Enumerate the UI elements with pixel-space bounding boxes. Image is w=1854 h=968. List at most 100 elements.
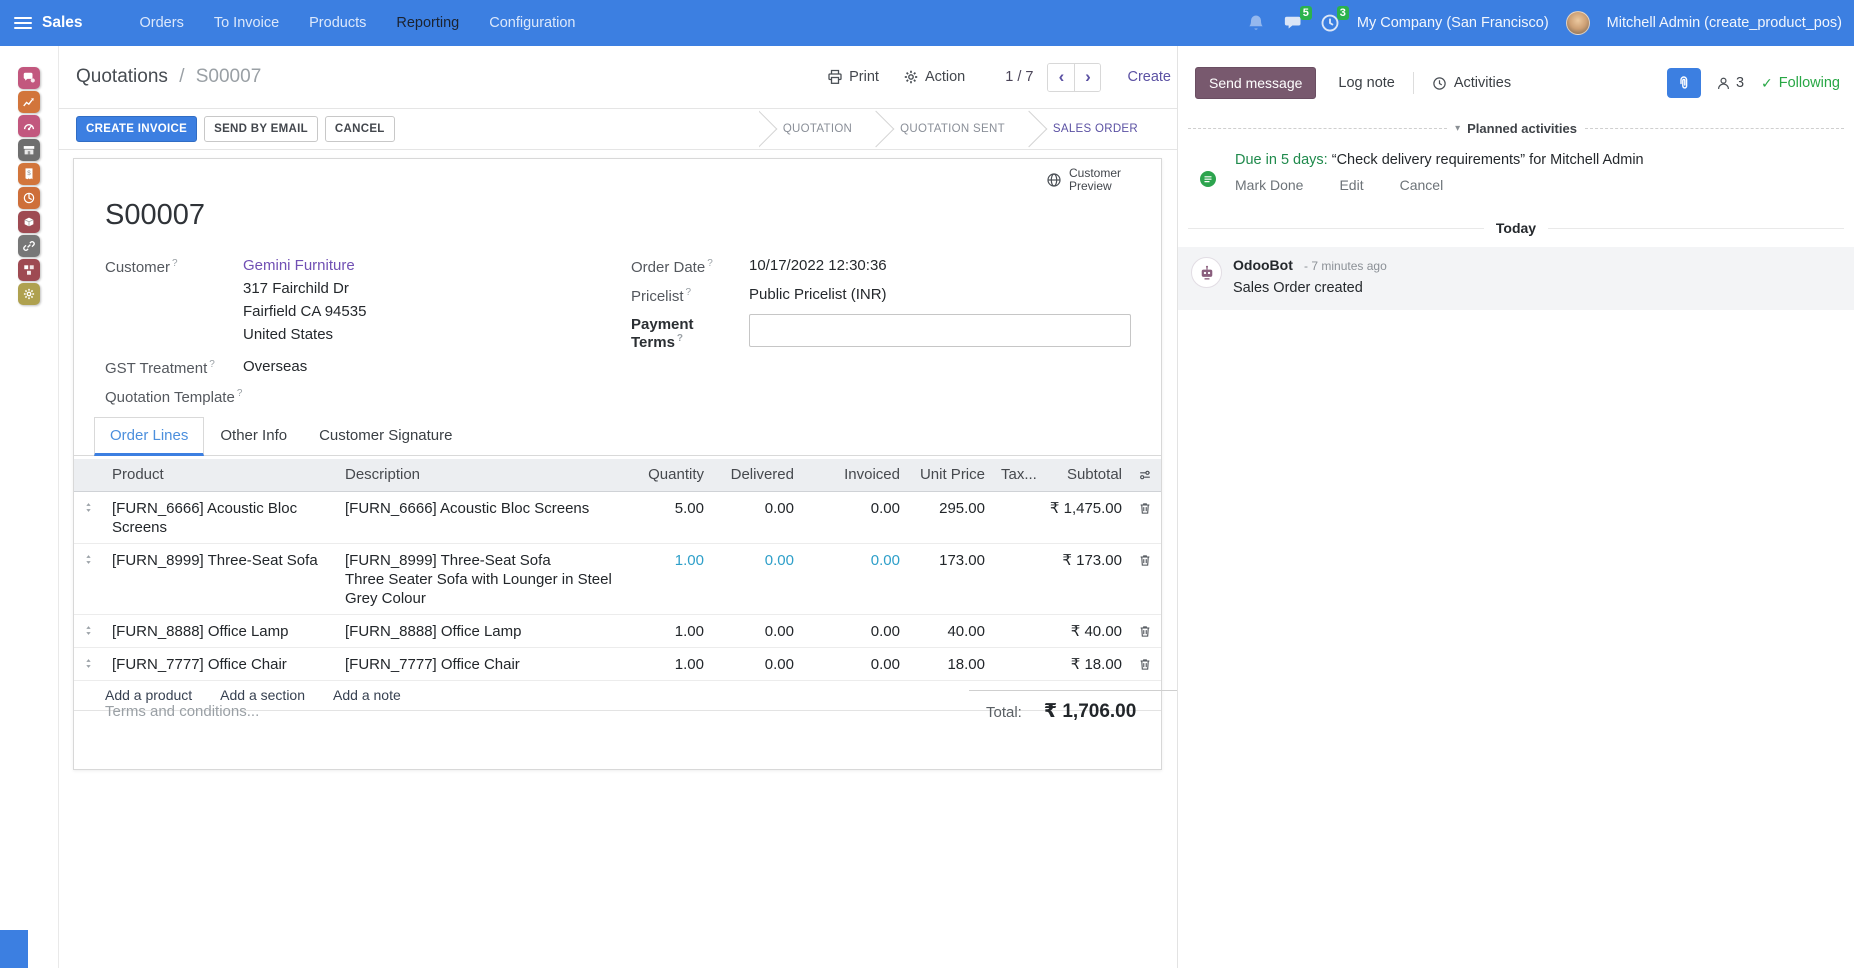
column-header-tax[interactable]: Tax... <box>993 459 1035 491</box>
cell-invoiced[interactable]: 0.00 <box>802 647 908 680</box>
menu-configuration[interactable]: Configuration <box>474 0 590 46</box>
send-by-email-button[interactable]: SEND BY EMAIL <box>204 116 318 142</box>
adjust-columns-button[interactable] <box>1130 459 1161 491</box>
add-a-product-link[interactable]: Add a product <box>105 687 192 703</box>
company-switcher[interactable]: My Company (San Francisco) <box>1357 15 1549 31</box>
cancel-link[interactable]: Cancel <box>1400 177 1444 193</box>
column-header-delivered[interactable]: Delivered <box>712 459 802 491</box>
terms-placeholder[interactable]: Terms and conditions... <box>105 703 259 720</box>
cell-invoiced[interactable]: 0.00 <box>802 543 908 614</box>
cell-description[interactable]: [FURN_8888] Office Lamp <box>337 614 628 647</box>
followers-button[interactable]: 3 <box>1716 75 1744 91</box>
edit-link[interactable]: Edit <box>1339 177 1363 193</box>
app-inventory-icon[interactable] <box>18 211 40 233</box>
cell-quantity[interactable]: 1.00 <box>628 543 712 614</box>
pager-next-button[interactable]: › <box>1074 64 1100 91</box>
cell-tax[interactable] <box>993 491 1035 543</box>
schedule-activity-button[interactable]: Activities <box>1432 75 1511 91</box>
cell-unit-price[interactable]: 295.00 <box>908 491 993 543</box>
app-point-of-sale-icon[interactable] <box>18 139 40 161</box>
pricelist-value[interactable]: Public Pricelist (INR) <box>749 285 887 305</box>
cell-unit-price[interactable]: 173.00 <box>908 543 993 614</box>
column-header-description[interactable]: Description <box>337 459 628 491</box>
column-header-quantity[interactable]: Quantity <box>628 459 712 491</box>
tab-other-info[interactable]: Other Info <box>204 417 303 455</box>
drag-handle-icon[interactable] <box>74 543 104 614</box>
mark-done-link[interactable]: Mark Done <box>1235 177 1303 193</box>
menu-orders[interactable]: Orders <box>125 0 199 46</box>
cell-description[interactable]: [FURN_7777] Office Chair <box>337 647 628 680</box>
tab-order-lines[interactable]: Order Lines <box>94 417 204 456</box>
add-a-note-link[interactable]: Add a note <box>333 687 401 703</box>
user-avatar[interactable] <box>1566 11 1590 35</box>
delete-line-icon[interactable] <box>1130 491 1161 543</box>
cell-invoiced[interactable]: 0.00 <box>802 614 908 647</box>
state-quotation-sent[interactable]: QUOTATION SENT <box>876 109 1029 150</box>
cell-product[interactable]: [FURN_8888] Office Lamp <box>104 614 337 647</box>
tab-customer-signature[interactable]: Customer Signature <box>303 417 468 455</box>
cell-delivered[interactable]: 0.00 <box>712 543 802 614</box>
cell-product[interactable]: [FURN_7777] Office Chair <box>104 647 337 680</box>
state-sales-order[interactable]: SALES ORDER <box>1029 109 1162 150</box>
cell-product[interactable]: [FURN_8999] Three-Seat Sofa <box>104 543 337 614</box>
app-dashboards-icon[interactable] <box>18 115 40 137</box>
action-button[interactable]: Action <box>903 69 965 85</box>
pager-previous-button[interactable]: ‹ <box>1048 64 1074 91</box>
column-header-invoiced[interactable]: Invoiced <box>802 459 908 491</box>
column-header-unit-price[interactable]: Unit Price <box>908 459 993 491</box>
cell-quantity[interactable]: 1.00 <box>628 647 712 680</box>
delete-line-icon[interactable] <box>1130 543 1161 614</box>
cell-unit-price[interactable]: 18.00 <box>908 647 993 680</box>
create-button[interactable]: Create <box>1127 69 1171 85</box>
app-discuss-icon[interactable] <box>18 67 40 89</box>
gst-value[interactable]: Overseas <box>243 357 307 377</box>
current-app-name[interactable]: Sales <box>42 14 83 32</box>
order-line-row[interactable]: [FURN_6666] Acoustic Bloc Screens[FURN_6… <box>74 491 1161 543</box>
order-date-value[interactable]: 10/17/2022 12:30:36 <box>749 256 887 276</box>
drag-handle-icon[interactable] <box>74 647 104 680</box>
message-author[interactable]: OdooBot <box>1233 257 1293 273</box>
column-header-subtotal[interactable]: Subtotal <box>1035 459 1130 491</box>
customer-preview-button[interactable]: Customer Preview <box>1046 167 1131 193</box>
app-website-icon[interactable] <box>18 187 40 209</box>
send-message-button[interactable]: Send message <box>1195 67 1316 99</box>
cell-description[interactable]: [FURN_6666] Acoustic Bloc Screens <box>337 491 628 543</box>
cell-tax[interactable] <box>993 614 1035 647</box>
cell-unit-price[interactable]: 40.00 <box>908 614 993 647</box>
following-button[interactable]: ✓ Following <box>1761 75 1840 92</box>
notifications-bell-icon[interactable] <box>1246 13 1266 33</box>
cell-description[interactable]: [FURN_8999] Three-Seat SofaThree Seater … <box>337 543 628 614</box>
customer-link[interactable]: Gemini Furniture <box>243 257 355 274</box>
payment-terms-input[interactable] <box>749 314 1131 347</box>
cell-invoiced[interactable]: 0.00 <box>802 491 908 543</box>
app-manufacturing-icon[interactable] <box>18 259 40 281</box>
add-a-section-link[interactable]: Add a section <box>220 687 305 703</box>
delete-line-icon[interactable] <box>1130 614 1161 647</box>
apps-menu-icon[interactable] <box>14 17 32 29</box>
log-note-button[interactable]: Log note <box>1338 75 1394 91</box>
activities-clock-icon[interactable]: 3 <box>1320 13 1340 33</box>
messages-icon[interactable]: 5 <box>1283 13 1303 33</box>
cell-product[interactable]: [FURN_6666] Acoustic Bloc Screens <box>104 491 337 543</box>
create-invoice-button[interactable]: CREATE INVOICE <box>76 116 197 142</box>
order-line-row[interactable]: [FURN_8888] Office Lamp[FURN_8888] Offic… <box>74 614 1161 647</box>
app-purchase-icon[interactable] <box>18 235 40 257</box>
state-quotation[interactable]: QUOTATION <box>759 109 876 150</box>
breadcrumb-quotations[interactable]: Quotations <box>76 66 168 87</box>
user-menu[interactable]: Mitchell Admin (create_product_pos) <box>1607 15 1842 31</box>
menu-to-invoice[interactable]: To Invoice <box>199 0 294 46</box>
cell-delivered[interactable]: 0.00 <box>712 647 802 680</box>
planned-activities-toggle[interactable]: ▾ Planned activities <box>1455 121 1577 136</box>
cell-quantity[interactable]: 1.00 <box>628 614 712 647</box>
cell-quantity[interactable]: 5.00 <box>628 491 712 543</box>
cell-tax[interactable] <box>993 543 1035 614</box>
order-line-row[interactable]: [FURN_8999] Three-Seat Sofa[FURN_8999] T… <box>74 543 1161 614</box>
cancel-button[interactable]: CANCEL <box>325 116 395 142</box>
column-header-product[interactable]: Product <box>104 459 337 491</box>
drag-handle-icon[interactable] <box>74 614 104 647</box>
app-invoicing-icon[interactable]: $ <box>18 163 40 185</box>
menu-products[interactable]: Products <box>294 0 381 46</box>
delete-line-icon[interactable] <box>1130 647 1161 680</box>
order-line-row[interactable]: [FURN_7777] Office Chair[FURN_7777] Offi… <box>74 647 1161 680</box>
app-sales-icon[interactable] <box>18 91 40 113</box>
